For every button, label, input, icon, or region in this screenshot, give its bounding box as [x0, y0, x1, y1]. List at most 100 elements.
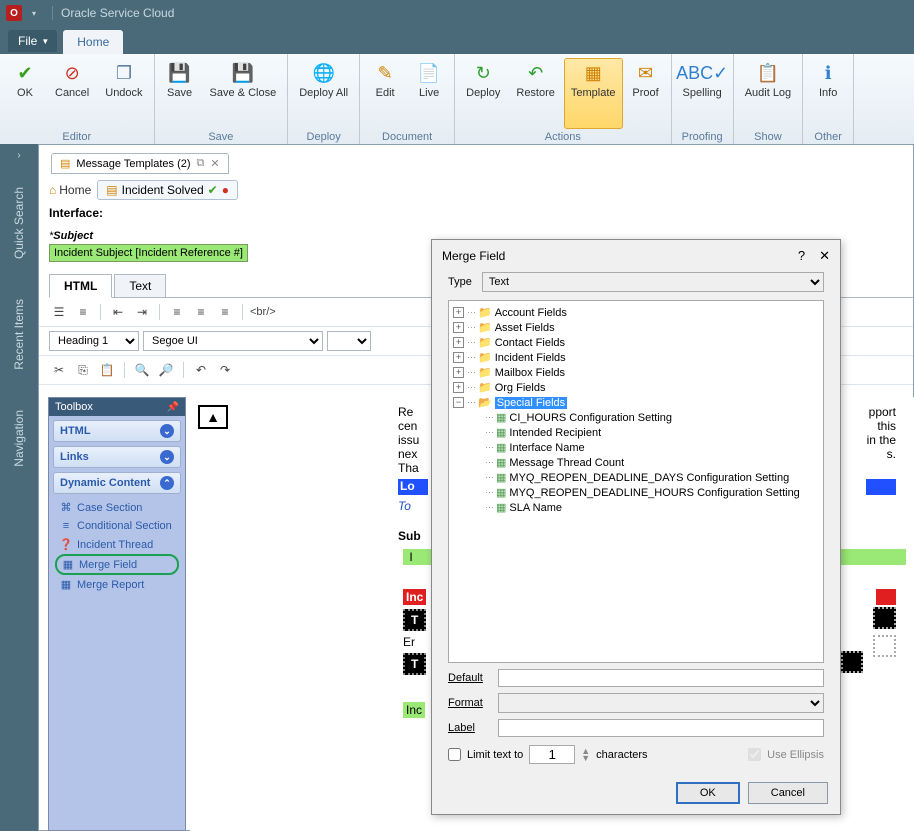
- expand-icon[interactable]: +: [453, 352, 464, 363]
- spelling-button[interactable]: ABC✓Spelling: [676, 58, 729, 129]
- collapse-icon[interactable]: −: [453, 397, 464, 408]
- live-button[interactable]: 📄Live: [408, 58, 450, 129]
- save-close-button[interactable]: 💾Save & Close: [203, 58, 284, 129]
- close-tab-icon[interactable]: ✕: [210, 157, 219, 170]
- save-button[interactable]: 💾Save: [159, 58, 201, 129]
- quick-access-dropdown-icon[interactable]: ▾: [32, 9, 36, 18]
- tree-leaf[interactable]: ⋯▦MYQ_REOPEN_DEADLINE_DAYS Configuration…: [485, 470, 819, 485]
- toolbox-links-header[interactable]: Links ⌄: [53, 446, 181, 468]
- edit-button[interactable]: ✎Edit: [364, 58, 406, 129]
- ok-button[interactable]: OK: [676, 782, 740, 804]
- file-menu[interactable]: File ▼: [8, 30, 57, 52]
- rail-navigation[interactable]: Navigation: [12, 410, 26, 467]
- toolbox-dynamic-header[interactable]: Dynamic Content ⌃: [53, 472, 181, 494]
- subject-field[interactable]: Incident Subject [Incident Reference #]: [49, 244, 389, 262]
- tree-leaf[interactable]: ⋯▦SLA Name: [485, 500, 819, 515]
- restore-window-icon[interactable]: ⧉: [197, 157, 205, 170]
- tree-leaf[interactable]: ⋯▦MYQ_REOPEN_DEADLINE_HOURS Configuratio…: [485, 485, 819, 500]
- document-tab[interactable]: ▤ Message Templates (2) ⧉ ✕: [51, 153, 229, 174]
- tree-leaf[interactable]: ⋯▦CI_HOURS Configuration Setting: [485, 410, 819, 425]
- deploy-all-button[interactable]: 🌐Deploy All: [292, 58, 355, 129]
- find-icon[interactable]: 🔍: [132, 360, 152, 380]
- spinner-icon[interactable]: ▲▼: [581, 748, 590, 761]
- ok-button[interactable]: ✔OK: [4, 58, 46, 129]
- expand-icon[interactable]: +: [453, 322, 464, 333]
- format-select[interactable]: [498, 693, 824, 713]
- breadcrumb-home[interactable]: ⌂ Home: [49, 183, 91, 197]
- br-button[interactable]: <br/>: [250, 302, 276, 322]
- tree-node[interactable]: +⋯📁Asset Fields: [453, 320, 819, 335]
- redo-icon[interactable]: ↷: [215, 360, 235, 380]
- image-placeholder-icon: ▲: [198, 405, 228, 429]
- expand-rail-icon[interactable]: ›: [11, 144, 26, 167]
- toolbox-item-merge-field[interactable]: ▦Merge Field: [55, 554, 179, 575]
- align-right-icon[interactable]: ≡: [215, 302, 235, 322]
- field-tree[interactable]: +⋯📁Account Fields+⋯📁Asset Fields+⋯📁Conta…: [448, 300, 824, 663]
- heading-select[interactable]: Heading 1: [49, 331, 139, 351]
- unordered-list-icon[interactable]: ☰: [49, 302, 69, 322]
- undo-icon[interactable]: ↶: [191, 360, 211, 380]
- limit-text-checkbox[interactable]: [448, 748, 461, 761]
- separator: [159, 304, 160, 320]
- restore-button[interactable]: ↶Restore: [509, 58, 562, 129]
- tree-leaf[interactable]: ⋯▦Interface Name: [485, 440, 819, 455]
- toolbox-item-incident-thread[interactable]: ❓Incident Thread: [55, 535, 179, 554]
- audit-log-button[interactable]: 📋Audit Log: [738, 58, 798, 129]
- help-icon[interactable]: ?: [798, 248, 805, 264]
- rail-quick-search[interactable]: Quick Search: [12, 187, 26, 259]
- proof-button[interactable]: ✉Proof: [625, 58, 667, 129]
- expand-icon[interactable]: +: [453, 367, 464, 378]
- tree-node[interactable]: +⋯📁Contact Fields: [453, 335, 819, 350]
- expand-icon[interactable]: +: [453, 382, 464, 393]
- cut-icon[interactable]: ✂: [49, 360, 69, 380]
- tab-home[interactable]: Home: [63, 30, 123, 54]
- align-center-icon[interactable]: ≡: [191, 302, 211, 322]
- tree-node[interactable]: +⋯📁Mailbox Fields: [453, 365, 819, 380]
- tree-node[interactable]: +⋯📁Account Fields: [453, 305, 819, 320]
- label-input[interactable]: [498, 719, 824, 737]
- pin-icon[interactable]: 📌: [167, 402, 179, 413]
- expand-icon[interactable]: +: [453, 337, 464, 348]
- copy-icon[interactable]: ⎘: [73, 360, 93, 380]
- cancel-button[interactable]: ⊘Cancel: [48, 58, 96, 129]
- tree-node[interactable]: −⋯📂Special Fields: [453, 395, 819, 410]
- tab-text[interactable]: Text: [114, 274, 166, 297]
- save-close-icon: 💾: [231, 61, 255, 85]
- close-icon[interactable]: ✕: [819, 248, 830, 264]
- indent-icon[interactable]: ⇥: [132, 302, 152, 322]
- tree-node[interactable]: +⋯📁Incident Fields: [453, 350, 819, 365]
- expand-icon[interactable]: +: [453, 307, 464, 318]
- type-select[interactable]: Text: [482, 272, 824, 292]
- folder-icon: 📁: [478, 366, 492, 379]
- default-input[interactable]: [498, 669, 824, 687]
- breadcrumb-item[interactable]: ▤ Incident Solved ✔ ●: [97, 180, 238, 200]
- live-icon: 📄: [417, 61, 441, 85]
- font-size-select[interactable]: [327, 331, 371, 351]
- tree-leaf[interactable]: ⋯▦Intended Recipient: [485, 425, 819, 440]
- tab-html[interactable]: HTML: [49, 274, 112, 298]
- template-button[interactable]: ▦Template: [564, 58, 623, 129]
- undock-icon: ❐: [112, 61, 136, 85]
- tree-node[interactable]: +⋯📁Org Fields: [453, 380, 819, 395]
- rail-recent-items[interactable]: Recent Items: [12, 299, 26, 370]
- align-left-icon[interactable]: ≡: [167, 302, 187, 322]
- ribbon-group: 🌐Deploy AllDeploy: [288, 54, 360, 145]
- toolbox-item-case-section[interactable]: ⌘Case Section: [55, 498, 179, 517]
- deploy-button[interactable]: ↻Deploy: [459, 58, 507, 129]
- info-button[interactable]: ℹInfo: [807, 58, 849, 129]
- breadcrumb-home-label: Home: [59, 183, 91, 197]
- incident-thread-icon: ❓: [59, 538, 73, 551]
- tree-leaf[interactable]: ⋯▦Message Thread Count: [485, 455, 819, 470]
- toolbox-item-conditional-section[interactable]: ≡Conditional Section: [55, 517, 179, 535]
- paste-icon[interactable]: 📋: [97, 360, 117, 380]
- replace-icon[interactable]: 🔎: [156, 360, 176, 380]
- tree-node-label: Account Fields: [495, 307, 567, 319]
- limit-number-input[interactable]: [529, 745, 575, 764]
- outdent-icon[interactable]: ⇤: [108, 302, 128, 322]
- cancel-button[interactable]: Cancel: [748, 782, 828, 804]
- undock-button[interactable]: ❐Undock: [98, 58, 149, 129]
- font-select[interactable]: Segoe UI: [143, 331, 323, 351]
- toolbox-item-merge-report[interactable]: ▦Merge Report: [55, 575, 179, 594]
- toolbox-html-header[interactable]: HTML ⌄: [53, 420, 181, 442]
- ordered-list-icon[interactable]: ≡: [73, 302, 93, 322]
